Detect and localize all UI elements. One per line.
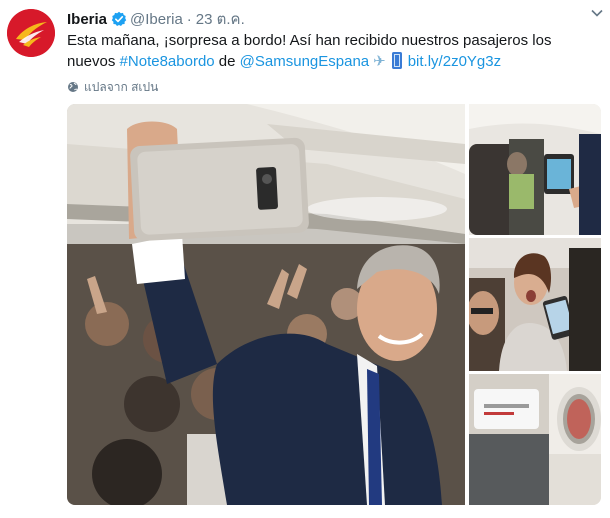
- tweet-header: Iberia @Iberia · 23 ต.ค.: [67, 8, 600, 30]
- mobile-phone-emoji-icon: [391, 52, 402, 69]
- separator-dot: ·: [186, 10, 192, 28]
- iberia-logo-icon: [7, 9, 55, 57]
- timestamp[interactable]: 23 ต.ค.: [196, 7, 245, 31]
- tweet-text-part2: de: [214, 53, 240, 70]
- mention-link[interactable]: @SamsungEspana: [240, 53, 369, 70]
- tweet-text: Esta mañana, ¡sorpresa a bordo! Así han …: [67, 30, 597, 72]
- url-link[interactable]: bit.ly/2z0Yg3z: [408, 53, 501, 70]
- avatar[interactable]: [7, 9, 55, 57]
- hashtag-link[interactable]: #Note8abordo: [120, 53, 215, 70]
- verified-badge-icon: [111, 11, 127, 27]
- side-photo-2[interactable]: [469, 238, 601, 371]
- side-photo-1[interactable]: [469, 104, 601, 235]
- globe-icon: [68, 82, 78, 92]
- author-name[interactable]: Iberia: [67, 11, 107, 28]
- side-photo-3[interactable]: [469, 374, 601, 505]
- main-photo[interactable]: [67, 104, 465, 505]
- translate-label: แปลจาก สเปน: [84, 79, 159, 94]
- translate-link[interactable]: แปลจาก สเปน: [67, 79, 158, 95]
- airplane-emoji-icon: ✈: [373, 53, 386, 70]
- media-grid: [67, 104, 601, 505]
- chevron-down-icon[interactable]: [588, 6, 606, 20]
- author-handle[interactable]: @Iberia: [130, 11, 183, 28]
